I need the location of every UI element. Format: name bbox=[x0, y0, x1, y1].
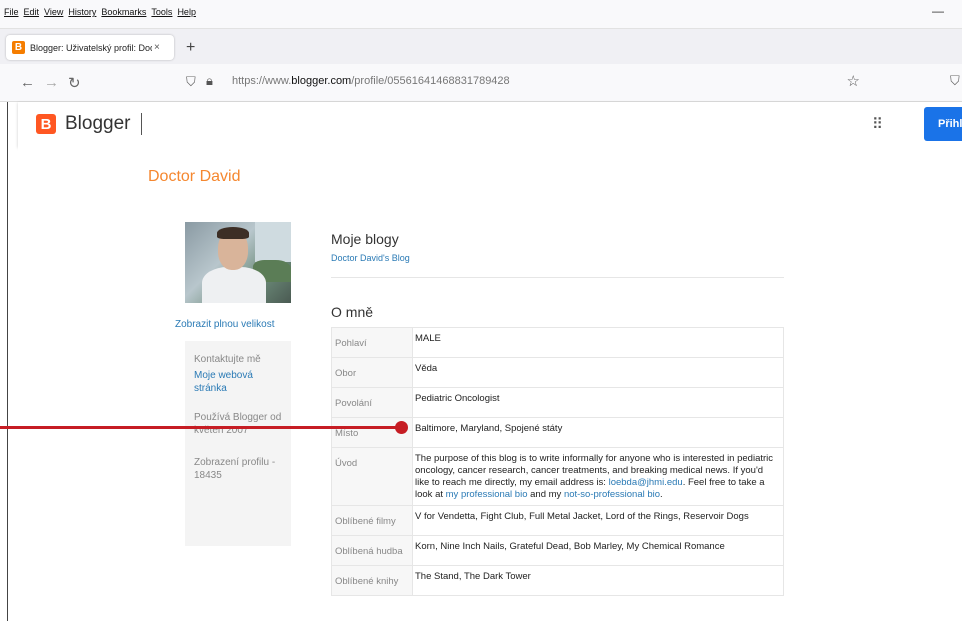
new-tab-button[interactable]: + bbox=[186, 39, 195, 57]
personal-bio-link[interactable]: not-so-professional bio bbox=[564, 489, 660, 500]
fullsize-link[interactable]: Zobrazit plnou velikost bbox=[175, 319, 275, 330]
my-blogs-heading: Moje blogy bbox=[331, 231, 399, 247]
row-label: Oblíbené knihy bbox=[331, 565, 413, 596]
menu-bookmarks[interactable]: Bookmarks bbox=[101, 7, 146, 17]
intro-text-3: and my bbox=[527, 489, 564, 500]
apps-grid-icon[interactable]: ⠿ bbox=[872, 115, 883, 133]
url-path: /profile/05561641468831789428 bbox=[351, 75, 510, 87]
table-row: Povolání Pediatric Oncologist bbox=[331, 387, 784, 418]
forward-arrow-icon[interactable]: → bbox=[44, 74, 59, 91]
window-edge bbox=[7, 102, 8, 621]
contact-label: Kontaktujte mě bbox=[194, 354, 261, 365]
row-label: Pohlaví bbox=[331, 327, 413, 358]
navigation-bar: ← → ↻ ⛉ 🔒︎ https://www.blogger.com/profi… bbox=[0, 64, 962, 102]
lock-icon[interactable]: 🔒︎ bbox=[206, 73, 213, 89]
row-label: Úvod bbox=[331, 447, 413, 506]
menu-bar: File Edit View History Bookmarks Tools H… bbox=[0, 0, 962, 29]
menu-view[interactable]: View bbox=[44, 7, 63, 17]
bookmark-star-icon[interactable]: ☆ bbox=[847, 72, 860, 90]
about-table: Pohlaví MALE Obor Věda Povolání Pediatri… bbox=[331, 327, 784, 596]
annotation-line bbox=[0, 426, 401, 429]
tab-blogger-profile[interactable]: B Blogger: Uživatelský profil: Doct × bbox=[6, 35, 174, 60]
row-value: Baltimore, Maryland, Spojené státy bbox=[412, 417, 784, 448]
row-label: Oblíbené filmy bbox=[331, 505, 413, 536]
photo-sky bbox=[255, 222, 291, 262]
row-value: Pediatric Oncologist bbox=[412, 387, 784, 418]
row-value: V for Vendetta, Fight Club, Full Metal J… bbox=[412, 505, 784, 536]
row-value: Věda bbox=[412, 357, 784, 388]
menu-tools[interactable]: Tools bbox=[151, 7, 172, 17]
header-divider bbox=[141, 113, 142, 135]
menu-list: File Edit View History Bookmarks Tools H… bbox=[4, 7, 196, 17]
table-row: Úvod The purpose of this blog is to writ… bbox=[331, 447, 784, 506]
photo-hair bbox=[217, 227, 249, 239]
address-bar[interactable]: ⛉ 🔒︎ https://www.blogger.com/profile/055… bbox=[176, 69, 886, 95]
menu-help[interactable]: Help bbox=[177, 7, 196, 17]
reload-icon[interactable]: ↻ bbox=[68, 74, 81, 92]
blog-link[interactable]: Doctor David's Blog bbox=[331, 253, 410, 263]
url-text[interactable]: https://www.blogger.com/profile/05561641… bbox=[232, 75, 510, 87]
menu-history[interactable]: History bbox=[68, 7, 96, 17]
profile-name: Doctor David bbox=[148, 168, 241, 185]
profile-views-text: Zobrazení profilu - 18435 bbox=[194, 457, 276, 481]
row-label: Obor bbox=[331, 357, 413, 388]
minimize-button[interactable]: — bbox=[932, 4, 944, 18]
email-link[interactable]: loebda@jhmi.edu bbox=[609, 477, 683, 488]
url-prefix: https://www. bbox=[232, 75, 292, 87]
url-host: blogger.com bbox=[291, 75, 352, 87]
profile-photo[interactable] bbox=[185, 222, 291, 303]
tab-close-icon[interactable]: × bbox=[154, 42, 160, 53]
row-label: Oblíbená hudba bbox=[331, 535, 413, 566]
signin-button[interactable]: Přihlásit bbox=[924, 107, 962, 141]
pocket-icon[interactable]: ⛉ bbox=[950, 73, 960, 89]
blogger-header: B Blogger ⠿ Přihlásit bbox=[18, 102, 962, 147]
menu-file[interactable]: File bbox=[4, 7, 19, 17]
shield-icon[interactable]: ⛉ bbox=[186, 74, 196, 90]
uses-blogger-text: Používá Blogger od květen 2007 bbox=[194, 412, 282, 436]
row-value: Korn, Nine Inch Nails, Grateful Dead, Bo… bbox=[412, 535, 784, 566]
blogger-favicon-icon: B bbox=[12, 41, 25, 54]
back-arrow-icon[interactable]: ← bbox=[20, 74, 35, 91]
tab-title: Blogger: Uživatelský profil: Doct bbox=[30, 42, 152, 53]
section-divider bbox=[331, 277, 784, 278]
table-row: Obor Věda bbox=[331, 357, 784, 388]
website-link[interactable]: Moje webová stránka bbox=[194, 369, 274, 395]
row-label: Povolání bbox=[331, 387, 413, 418]
intro-value: The purpose of this blog is to write inf… bbox=[412, 447, 784, 506]
blogger-brand[interactable]: Blogger bbox=[65, 113, 131, 135]
intro-text-4: . bbox=[660, 489, 663, 500]
tab-bar: B Blogger: Uživatelský profil: Doct × + bbox=[0, 29, 962, 64]
menu-edit[interactable]: Edit bbox=[24, 7, 40, 17]
professional-bio-link[interactable]: my professional bio bbox=[446, 489, 528, 500]
row-value: The Stand, The Dark Tower bbox=[412, 565, 784, 596]
row-value: MALE bbox=[412, 327, 784, 358]
blogger-logo-icon[interactable]: B bbox=[36, 114, 56, 134]
profile-sidebar: Kontaktujte mě Moje webová stránka Použí… bbox=[185, 341, 291, 546]
annotation-dot bbox=[395, 421, 408, 434]
about-heading: O mně bbox=[331, 304, 374, 320]
table-row: Oblíbené filmy V for Vendetta, Fight Clu… bbox=[331, 505, 784, 536]
table-row: Oblíbená hudba Korn, Nine Inch Nails, Gr… bbox=[331, 535, 784, 566]
table-row: Oblíbené knihy The Stand, The Dark Tower bbox=[331, 565, 784, 596]
photo-shirt bbox=[202, 267, 266, 303]
table-row: Pohlaví MALE bbox=[331, 327, 784, 358]
